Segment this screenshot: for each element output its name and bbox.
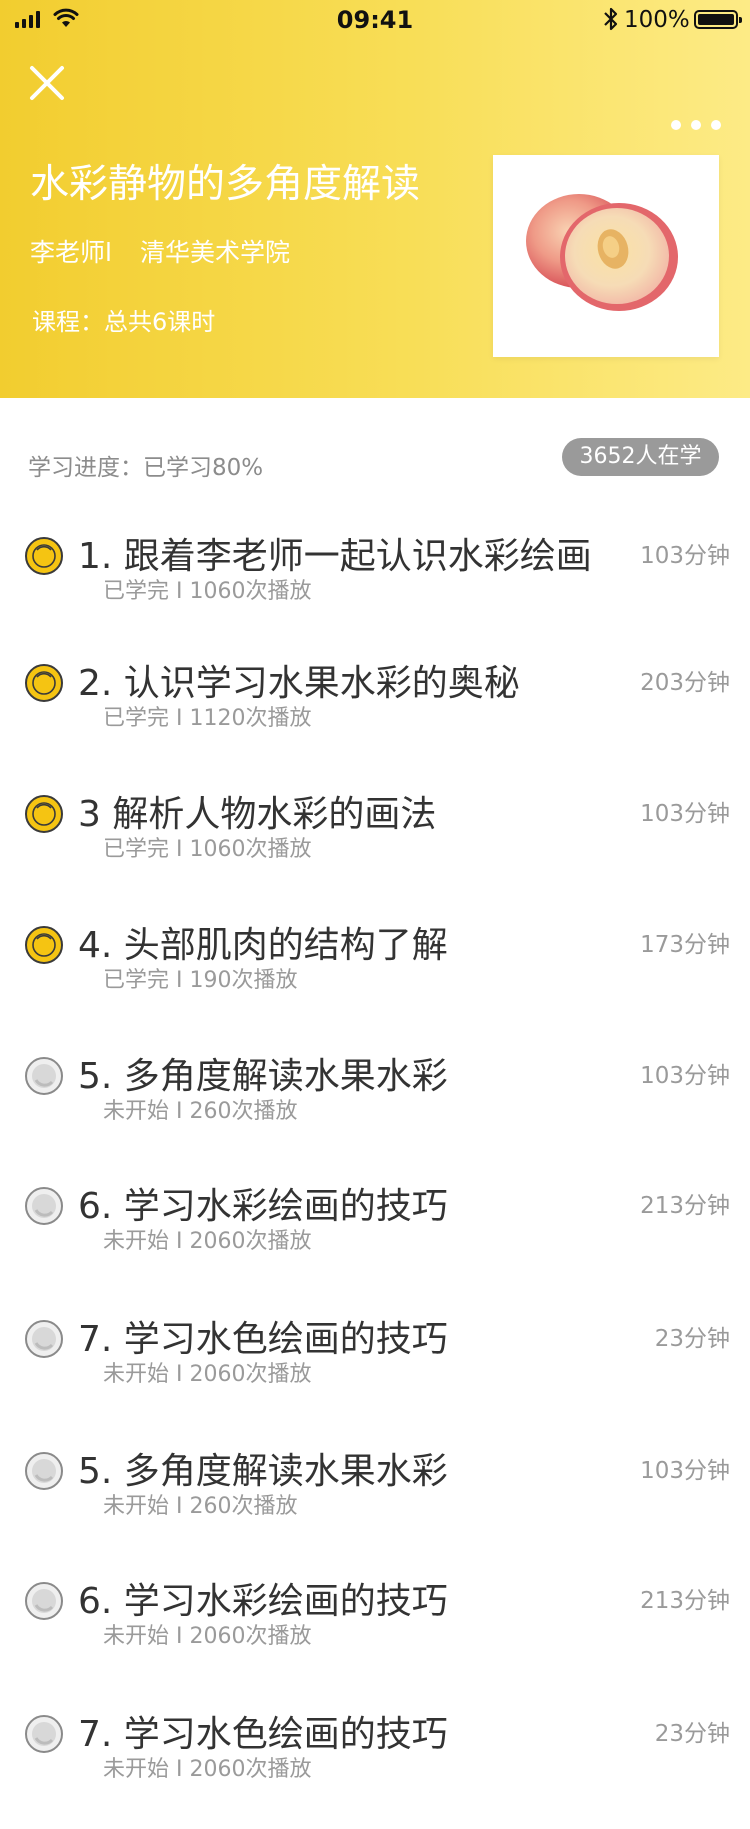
- teacher-name[interactable]: 李老师l: [30, 233, 112, 269]
- battery-icon: [694, 10, 742, 29]
- lesson-status: 未开始 I 260次播放: [103, 1099, 298, 1124]
- more-button[interactable]: [668, 110, 724, 140]
- peach-image: [526, 194, 678, 311]
- lesson-item[interactable]: 3 解析人物水彩的画法 已学完 I 1060次播放 103分钟: [0, 788, 750, 898]
- lesson-item[interactable]: 1. 跟着李老师一起认识水彩绘画 已学完 I 1060次播放 103分钟: [0, 530, 750, 640]
- status-bar: 09:41 100%: [0, 0, 750, 40]
- not-started-status-icon: [25, 1187, 63, 1225]
- lesson-status: 已学完 I 1120次播放: [103, 706, 312, 731]
- completed-status-icon: [25, 926, 63, 964]
- completed-status-icon: [25, 795, 63, 833]
- lesson-status: 未开始 I 2060次播放: [103, 1362, 312, 1387]
- course-cover-image[interactable]: [493, 155, 719, 357]
- lesson-duration: 103分钟: [640, 1458, 730, 1484]
- lesson-status: 已学完 I 1060次播放: [103, 579, 312, 604]
- lesson-item[interactable]: 2. 认识学习水果水彩的奥秘 已学完 I 1120次播放 203分钟: [0, 657, 750, 767]
- lesson-duration: 23分钟: [654, 1326, 730, 1352]
- not-started-status-icon: [25, 1715, 63, 1753]
- lesson-title: 7. 学习水色绘画的技巧: [78, 1319, 448, 1360]
- lesson-item[interactable]: 7. 学习水色绘画的技巧 未开始 I 2060次播放 23分钟: [0, 1708, 750, 1818]
- lesson-duration: 213分钟: [640, 1193, 730, 1219]
- close-icon: [30, 66, 64, 100]
- lesson-title: 7. 学习水色绘画的技巧: [78, 1714, 448, 1755]
- lesson-title: 2. 认识学习水果水彩的奥秘: [78, 663, 520, 704]
- lesson-duration: 173分钟: [640, 932, 730, 958]
- close-button[interactable]: [22, 58, 72, 108]
- lesson-title: 1. 跟着李老师一起认识水彩绘画: [78, 536, 592, 577]
- not-started-status-icon: [25, 1057, 63, 1095]
- lesson-duration: 103分钟: [640, 543, 730, 569]
- more-icon: [671, 120, 681, 130]
- battery-percent: 100%: [624, 7, 690, 33]
- learning-progress: 学习进度：已学习80%: [28, 455, 264, 481]
- lesson-status: 未开始 I 2060次播放: [103, 1757, 312, 1782]
- lesson-item[interactable]: 6. 学习水彩绘画的技巧 未开始 I 2060次播放 213分钟: [0, 1575, 750, 1685]
- learner-count-badge: 3652人在学: [562, 438, 719, 476]
- not-started-status-icon: [25, 1452, 63, 1490]
- completed-status-icon: [25, 664, 63, 702]
- lesson-duration: 103分钟: [640, 801, 730, 827]
- lesson-status: 未开始 I 260次播放: [103, 1494, 298, 1519]
- lesson-title: 6. 学习水彩绘画的技巧: [78, 1581, 448, 1622]
- lesson-title: 3 解析人物水彩的画法: [78, 794, 437, 835]
- school-name[interactable]: 清华美术学院: [140, 233, 290, 269]
- lesson-item[interactable]: 5. 多角度解读水果水彩 未开始 I 260次播放 103分钟: [0, 1050, 750, 1160]
- lesson-duration: 23分钟: [654, 1721, 730, 1747]
- lesson-duration: 203分钟: [640, 670, 730, 696]
- lesson-item[interactable]: 4. 头部肌肉的结构了解 已学完 I 190次播放 173分钟: [0, 919, 750, 1029]
- lesson-status: 已学完 I 1060次播放: [103, 837, 312, 862]
- course-title: 水彩静物的多角度解读: [30, 162, 421, 207]
- lesson-title: 5. 多角度解读水果水彩: [78, 1451, 448, 1492]
- lesson-title: 4. 头部肌肉的结构了解: [78, 925, 448, 966]
- lesson-item[interactable]: 7. 学习水色绘画的技巧 未开始 I 2060次播放 23分钟: [0, 1313, 750, 1423]
- lesson-title: 5. 多角度解读水果水彩: [78, 1056, 448, 1097]
- completed-status-icon: [25, 537, 63, 575]
- course-count: 课程：总共6课时: [32, 308, 216, 336]
- not-started-status-icon: [25, 1320, 63, 1358]
- lesson-title: 6. 学习水彩绘画的技巧: [78, 1186, 448, 1227]
- bluetooth-icon: [604, 7, 618, 31]
- lesson-item[interactable]: 6. 学习水彩绘画的技巧 未开始 I 2060次播放 213分钟: [0, 1180, 750, 1290]
- lesson-status: 未开始 I 2060次播放: [103, 1624, 312, 1649]
- lesson-status: 已学完 I 190次播放: [103, 968, 298, 993]
- lesson-duration: 213分钟: [640, 1588, 730, 1614]
- not-started-status-icon: [25, 1582, 63, 1620]
- lesson-duration: 103分钟: [640, 1063, 730, 1089]
- lesson-status: 未开始 I 2060次播放: [103, 1229, 312, 1254]
- lesson-item[interactable]: 5. 多角度解读水果水彩 未开始 I 260次播放 103分钟: [0, 1445, 750, 1555]
